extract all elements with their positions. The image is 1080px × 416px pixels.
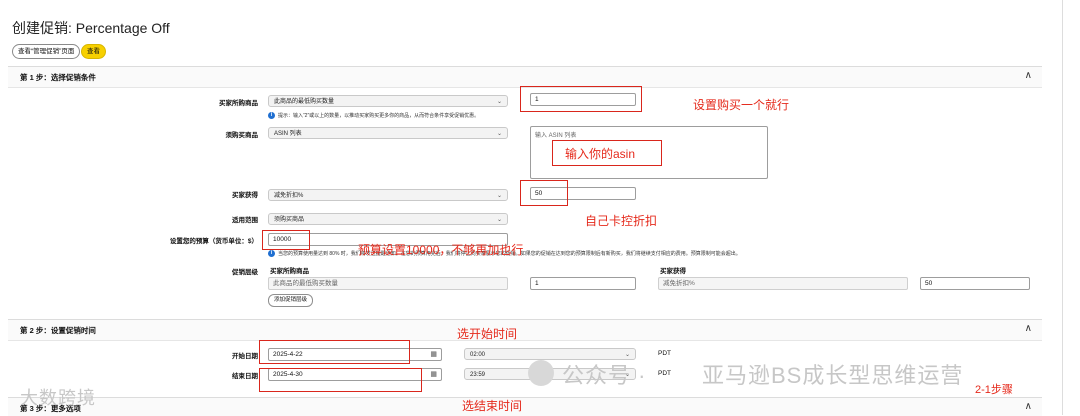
annotation-text-3: 自己卡控折扣: [585, 214, 658, 228]
end-date-label: 结束日期: [232, 373, 258, 380]
applies-to-select-value: 须购买商品: [274, 217, 305, 223]
annotation-text-1: 设置购买一个就行: [693, 98, 790, 112]
start-time-value: 02:00: [470, 352, 486, 358]
annotation-box-quantity: [520, 86, 642, 112]
step2-title: 第 2 步：设置促销时间: [20, 326, 96, 335]
buyer-purchases-hint-text: 提示：输入“2”或以上的数量，以推动买家购买更多你的商品，从而符合条件享受促销优…: [278, 113, 480, 119]
step2-header[interactable]: 第 2 步：设置促销时间 ∧: [8, 319, 1042, 341]
buyer-purchases-hint: i 提示：输入“2”或以上的数量，以推动买家购买更多你的商品，从而符合条件享受促销…: [268, 112, 538, 120]
chevron-down-icon: ⌄: [496, 193, 502, 199]
info-icon: i: [268, 250, 275, 258]
buyer-purchases-select[interactable]: 此商品的最低购买数量 ⌄: [268, 95, 508, 107]
collapse-icon[interactable]: ∧: [1025, 323, 1032, 334]
annotation-text-7: 2-1步骤: [975, 384, 1013, 396]
start-timezone: PDT: [658, 350, 671, 357]
purchased-items-label: 须购买商品: [225, 132, 259, 139]
page-title: 创建促销: Percentage Off: [12, 20, 170, 36]
annotation-text-5: 选开始时间: [457, 327, 518, 341]
watermark-public: 公众号 ·: [562, 363, 647, 388]
tiers-col-get: 买家获得: [660, 268, 686, 275]
annotation-box-discount: [520, 180, 568, 206]
view-button[interactable]: 查看: [81, 44, 106, 59]
buyer-gets-label: 买家获得: [232, 192, 258, 199]
buyer-gets-select-value: 减免折扣%: [274, 193, 304, 199]
step1-header[interactable]: 第 1 步：选择促销条件 ∧: [8, 66, 1042, 88]
buyer-purchases-label: 买家所购商品: [219, 100, 258, 107]
end-time-value: 23:59: [470, 372, 486, 378]
add-tier-button[interactable]: 添加促销层级: [268, 294, 314, 307]
buyer-gets-select[interactable]: 减免折扣% ⌄: [268, 189, 508, 201]
annotation-box-start: [259, 340, 410, 364]
annotation-box-end: [259, 368, 422, 392]
wechat-logo-icon: [528, 360, 554, 386]
watermark-brand: 亚马逊BS成长型思维运营: [702, 363, 964, 388]
purchased-items-select-value: ASIN 列表: [274, 131, 302, 137]
budget-label: 设置您的预算（货币单位：$）: [169, 238, 258, 245]
tier-buy-select[interactable]: 此商品的最低购买数量: [268, 277, 508, 290]
start-date-label: 开始日期: [232, 353, 258, 360]
info-icon: i: [268, 112, 275, 120]
chevron-down-icon: ⌄: [496, 99, 502, 105]
step1-title: 第 1 步：选择促销条件: [20, 73, 96, 82]
purchased-items-select[interactable]: ASIN 列表 ⌄: [268, 127, 508, 139]
annotation-text-4: 预算设置10000，不够再加也行: [358, 243, 524, 257]
chevron-down-icon: ⌄: [496, 131, 502, 137]
tier-quantity-input[interactable]: 1: [530, 277, 636, 290]
page-scroll-edge: [1062, 0, 1063, 415]
tiers-col-buy: 买家所购商品: [270, 268, 309, 275]
collapse-icon[interactable]: ∧: [1025, 70, 1032, 81]
calendar-icon[interactable]: ▦: [430, 369, 437, 381]
tier-get-select[interactable]: 减免折扣%: [658, 277, 908, 290]
applies-to-label: 适用范围: [232, 217, 258, 224]
calendar-icon[interactable]: ▦: [430, 349, 437, 361]
chevron-down-icon: ⌄: [496, 217, 502, 223]
applies-to-select[interactable]: 须购买商品 ⌄: [268, 213, 508, 225]
annotation-text-6: 选结束时间: [462, 399, 523, 413]
step3-header[interactable]: 第 3 步：更多选项 ∧: [8, 397, 1042, 416]
annotation-text-2: 输入你的asin: [565, 147, 636, 161]
view-manage-promotions-button[interactable]: 查看“管理促销”页面: [12, 44, 81, 59]
annotation-box-budget: [262, 230, 310, 250]
end-timezone: PDT: [658, 370, 671, 377]
tiers-label: 促销层级: [232, 269, 258, 276]
buyer-purchases-select-value: 此商品的最低购买数量: [274, 99, 335, 105]
watermark-left: 大数跨境: [20, 388, 96, 408]
budget-hint: i 当您的预算使用量达到 80% 时，我们将发送提醒通知。在您的预算用完后，我们将…: [268, 250, 788, 258]
tier-get-value-input[interactable]: 50: [920, 277, 1030, 290]
collapse-icon[interactable]: ∧: [1025, 401, 1032, 412]
